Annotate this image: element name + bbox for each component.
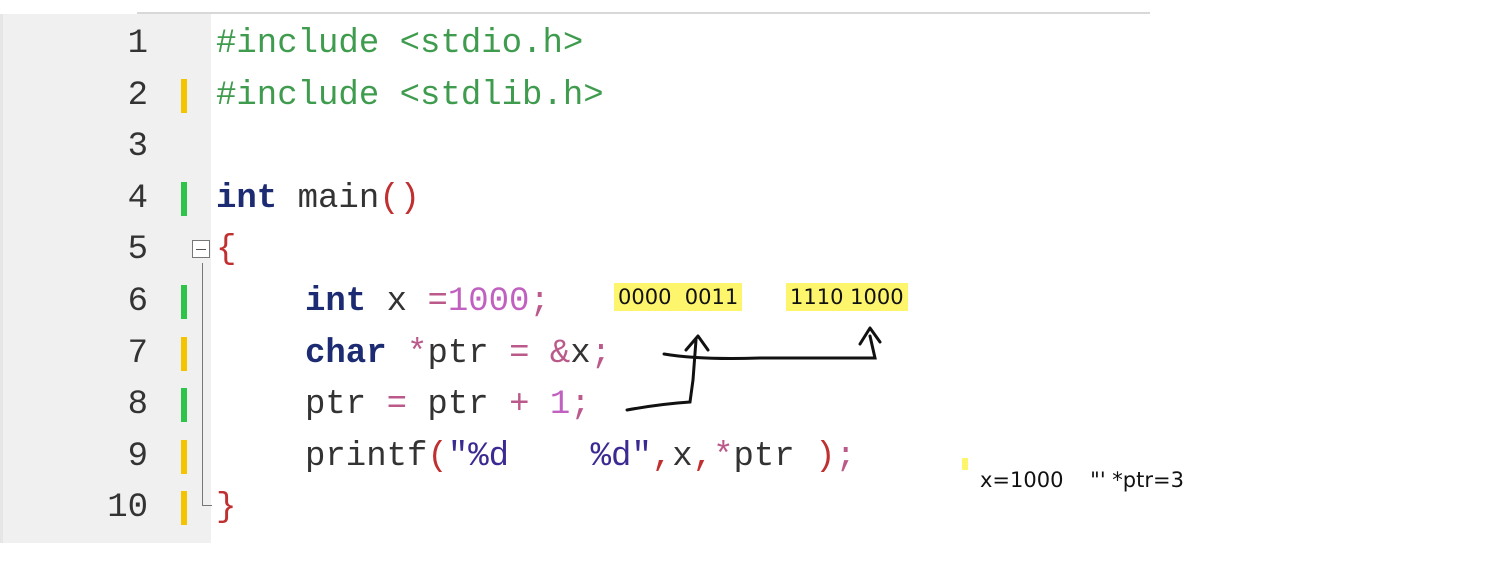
output-annotation: x=1000 "' *ptr=3 [980, 468, 1184, 492]
highlight-mark [962, 458, 968, 470]
hand-drawn-arrows [625, 326, 882, 412]
